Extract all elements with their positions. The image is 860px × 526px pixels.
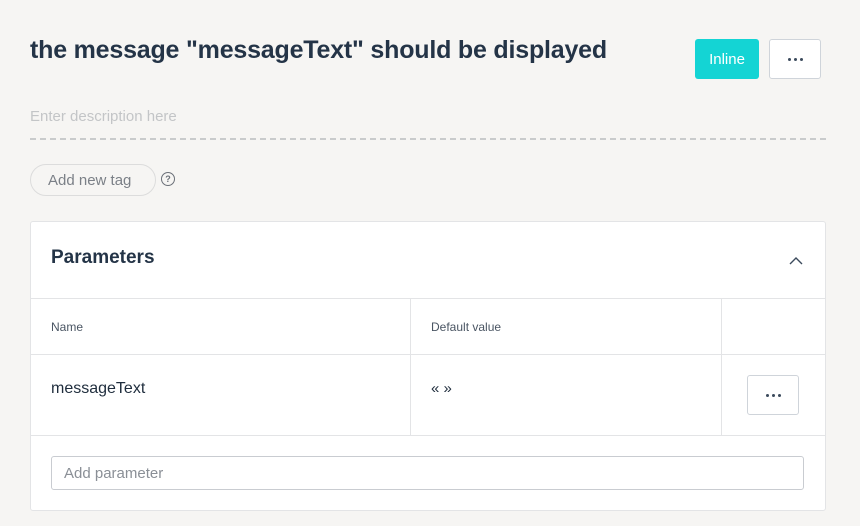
column-divider <box>410 299 411 354</box>
inline-button[interactable]: Inline <box>695 39 759 79</box>
column-header-default-value: Default value <box>431 320 502 334</box>
ellipsis-horizontal-icon <box>771 393 775 397</box>
column-divider <box>410 355 411 435</box>
row-more-options-button[interactable] <box>747 375 799 415</box>
chevron-up-icon[interactable] <box>789 254 803 268</box>
description-field[interactable]: Enter description here <box>30 100 826 140</box>
parameters-header[interactable]: Parameters <box>31 222 825 299</box>
parameter-name: messageText <box>51 380 146 397</box>
parameters-table-header: Name Default value <box>31 299 825 355</box>
parameters-title: Parameters <box>51 247 155 268</box>
ellipsis-horizontal-icon <box>799 57 803 61</box>
column-divider <box>721 355 722 435</box>
ellipsis-horizontal-icon <box>793 57 797 61</box>
page-title: the message "messageText" should be disp… <box>30 36 607 64</box>
parameter-default-value: « » <box>431 380 452 397</box>
column-header-name: Name <box>51 320 84 334</box>
more-options-button[interactable] <box>769 39 821 79</box>
ellipsis-horizontal-icon <box>787 57 791 61</box>
ellipsis-horizontal-icon <box>777 393 781 397</box>
ellipsis-horizontal-icon <box>765 393 769 397</box>
help-icon[interactable]: ? <box>161 172 175 186</box>
table-row: messageText « » <box>31 355 825 436</box>
parameters-panel: Parameters Name Default value messageTex… <box>30 221 826 511</box>
add-parameter-input[interactable] <box>51 456 804 490</box>
column-divider <box>721 299 722 354</box>
add-tag-input[interactable]: Add new tag <box>30 164 156 196</box>
